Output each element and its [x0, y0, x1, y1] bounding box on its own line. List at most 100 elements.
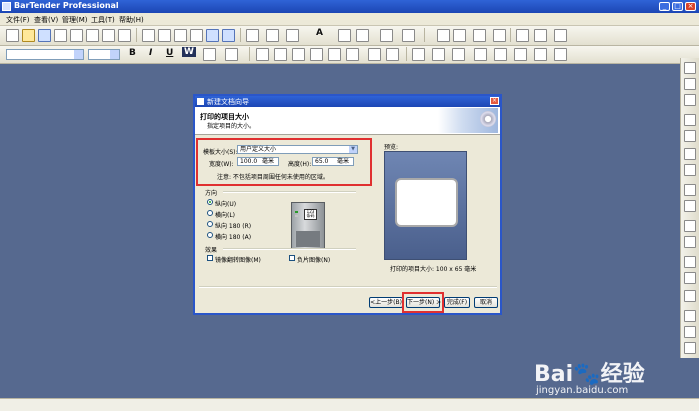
copy-icon[interactable]	[158, 29, 171, 42]
radio-portrait[interactable]	[207, 199, 213, 205]
export-icon[interactable]	[118, 29, 131, 42]
object-distribute-icon[interactable]	[554, 48, 567, 61]
rotate-180-icon[interactable]	[684, 272, 696, 284]
line-style-icon[interactable]	[452, 48, 465, 61]
paste-icon[interactable]	[174, 29, 187, 42]
highlight-icon[interactable]	[225, 48, 238, 61]
rotate-right-icon[interactable]	[684, 236, 696, 248]
maximize-button[interactable]: □	[672, 2, 683, 11]
justify-icon[interactable]	[310, 48, 323, 61]
zoom-in-icon[interactable]	[437, 29, 450, 42]
ungroup-icon[interactable]	[684, 326, 696, 338]
negative-checkbox[interactable]	[289, 255, 295, 261]
dialog-title-bar[interactable]: 新建文档向导 ×	[195, 96, 500, 107]
text-tool-icon[interactable]: A	[316, 28, 323, 38]
rotate-270-icon[interactable]	[684, 290, 696, 302]
window-title-bar[interactable]: BarTender Professional _ □ ×	[0, 0, 699, 13]
radio-portrait-180[interactable]	[207, 221, 213, 227]
page-setup-icon[interactable]	[102, 29, 115, 42]
print-icon[interactable]	[86, 29, 99, 42]
cut-icon[interactable]	[142, 29, 155, 42]
dialog-close-button[interactable]: ×	[490, 97, 499, 105]
group-icon[interactable]	[684, 310, 696, 322]
highlight-size-box	[196, 138, 372, 186]
menu-file[interactable]: 文件(F)	[6, 15, 30, 25]
picture-tool-icon[interactable]	[380, 29, 393, 42]
new-document-icon[interactable]	[6, 29, 19, 42]
fill-color-icon[interactable]	[432, 48, 445, 61]
back-button[interactable]: <上一步(B)	[369, 297, 403, 308]
align-bottom-icon[interactable]	[684, 94, 696, 106]
radio-landscape-180-label: 横向 180 (A)	[215, 234, 252, 241]
text-effects-icon[interactable]	[368, 48, 381, 61]
redo-icon[interactable]	[222, 29, 235, 42]
font-name-combo[interactable]	[6, 49, 84, 60]
open-folder-icon[interactable]	[22, 29, 35, 42]
align-center-icon[interactable]	[274, 48, 287, 61]
line-weight-icon[interactable]	[474, 48, 487, 61]
pointer-icon[interactable]	[246, 29, 259, 42]
label-preview-shape	[395, 178, 458, 227]
minimize-button[interactable]: _	[659, 2, 670, 11]
dialog-header: 打印的项目大小 指定项目的大小。	[195, 107, 500, 135]
template-icon[interactable]	[534, 29, 547, 42]
cancel-button[interactable]: 取消	[474, 297, 498, 308]
same-width-icon[interactable]	[684, 148, 696, 160]
italic-button[interactable]: I	[149, 48, 152, 58]
mirror-checkbox[interactable]	[207, 255, 213, 261]
rotate-left-icon[interactable]	[684, 220, 696, 232]
text-cursor-icon[interactable]	[266, 29, 279, 42]
line-color-icon[interactable]	[412, 48, 425, 61]
radio-landscape[interactable]	[207, 210, 213, 216]
delete-icon[interactable]	[190, 29, 203, 42]
character-spacing-icon[interactable]	[386, 48, 399, 61]
align-middle-icon[interactable]	[684, 78, 696, 90]
align-top-icon[interactable]	[684, 62, 696, 74]
menu-tools[interactable]: 工具(T)	[91, 15, 115, 25]
printer-led	[295, 215, 298, 217]
object-align-icon[interactable]	[514, 48, 527, 61]
print-preview-icon[interactable]	[70, 29, 83, 42]
distribute-horizontal-icon[interactable]	[684, 130, 696, 142]
center-vertical-icon[interactable]	[684, 200, 696, 212]
line-tool-icon[interactable]	[338, 29, 351, 42]
rotate-90-icon[interactable]	[684, 256, 696, 268]
printer-led	[295, 211, 298, 213]
align-right-icon[interactable]	[292, 48, 305, 61]
zoom-page-icon[interactable]	[473, 29, 486, 42]
radio-landscape-180[interactable]	[207, 232, 213, 238]
outdent-icon[interactable]	[346, 48, 359, 61]
object-size-icon[interactable]	[534, 48, 547, 61]
menu-help[interactable]: 帮助(H)	[119, 15, 144, 25]
menu-view[interactable]: 查看(V)	[34, 15, 58, 25]
object-order-icon[interactable]	[494, 48, 507, 61]
bold-button[interactable]: B	[129, 48, 136, 58]
close-button[interactable]: ×	[685, 2, 696, 11]
app-icon	[2, 2, 11, 11]
new-document-wizard-dialog: 新建文档向导 × 打印的项目大小 指定项目的大小。 模板大小(S): 用户定义大…	[193, 94, 502, 315]
save-icon[interactable]	[38, 29, 51, 42]
same-height-icon[interactable]	[684, 164, 696, 176]
indent-icon[interactable]	[328, 48, 341, 61]
encoder-icon[interactable]	[402, 29, 415, 42]
underline-button[interactable]: U	[166, 48, 173, 58]
finish-button[interactable]: 完成(F)	[444, 297, 470, 308]
distribute-vertical-icon[interactable]	[684, 114, 696, 126]
barcode-icon[interactable]	[286, 29, 299, 42]
word-wrap-button[interactable]: W	[182, 47, 196, 57]
database-icon[interactable]	[54, 29, 67, 42]
font-color-icon[interactable]	[203, 48, 216, 61]
page-layout-icon[interactable]	[516, 29, 529, 42]
grid-icon[interactable]	[554, 29, 567, 42]
align-left-icon[interactable]	[256, 48, 269, 61]
shape-tool-icon[interactable]	[356, 29, 369, 42]
zoom-out-icon[interactable]	[453, 29, 466, 42]
preview-caption: 打印的项目大小: 100 x 65 毫米	[390, 266, 477, 273]
font-size-combo[interactable]	[88, 49, 120, 60]
menu-manage[interactable]: 管理(M)	[62, 15, 88, 25]
center-horizontal-icon[interactable]	[684, 184, 696, 196]
toolbar-separator	[510, 28, 511, 42]
toolbar-separator	[406, 47, 407, 61]
undo-icon[interactable]	[206, 29, 219, 42]
zoom-fit-icon[interactable]	[493, 29, 506, 42]
